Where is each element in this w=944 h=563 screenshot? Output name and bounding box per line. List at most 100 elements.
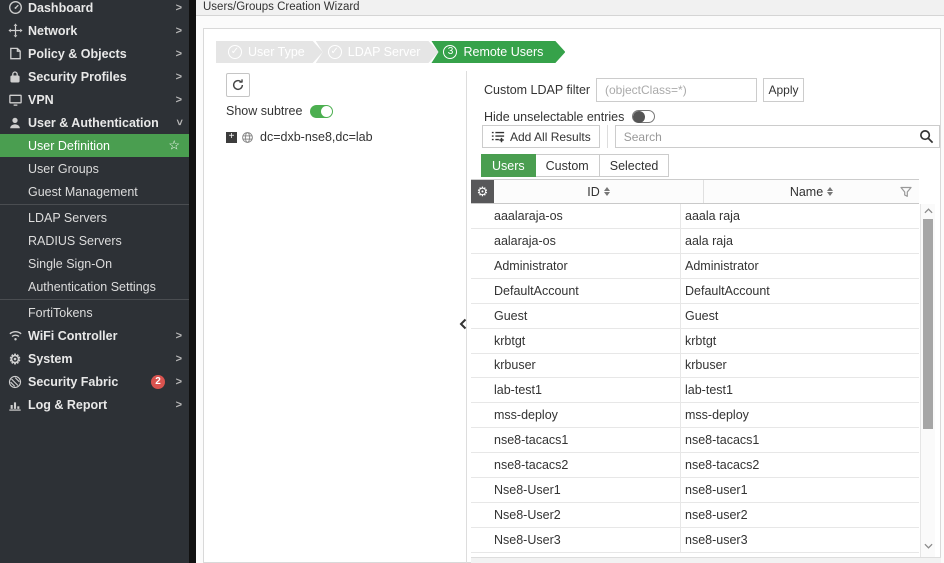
sidebar-divider	[0, 299, 189, 300]
sort-icon	[827, 187, 834, 196]
sidebar-item-single-sign-on[interactable]: Single Sign-On	[0, 252, 189, 275]
add-all-results-label: Add All Results	[510, 129, 591, 144]
chevron-down-icon	[924, 543, 933, 549]
horizontal-scrollbar[interactable]	[471, 557, 941, 563]
column-header-id-label: ID	[587, 184, 600, 199]
table-row[interactable]: aaalaraja-os aaala raja	[471, 204, 919, 229]
table-row[interactable]: krbuser krbuser	[471, 353, 919, 379]
table-row[interactable]: krbtgt krbtgt	[471, 328, 919, 354]
refresh-icon	[232, 79, 244, 91]
show-subtree-label: Show subtree	[226, 104, 303, 118]
sidebar-item-dashboard[interactable]: Dashboard >	[0, 0, 189, 19]
column-header-name[interactable]: Name	[704, 180, 919, 203]
chevron-right-icon: >	[175, 47, 182, 60]
alert-count-badge: 2	[151, 374, 165, 389]
sidebar-item-label: Dashboard	[28, 0, 94, 15]
hide-unselectable-toggle[interactable]	[632, 110, 656, 123]
table-row[interactable]: nse8-tacacs2 nse8-tacacs2	[471, 453, 919, 479]
sidebar-item-vpn[interactable]: VPN >	[0, 88, 189, 111]
apply-button[interactable]: Apply	[763, 78, 804, 102]
search-box	[614, 125, 940, 148]
table-row[interactable]: Nse8-User1 nse8-user1	[471, 478, 919, 504]
chevron-right-icon: >	[175, 375, 182, 388]
sidebar-item-security-profiles[interactable]: Security Profiles >	[0, 65, 189, 88]
collapse-panel-handle[interactable]	[459, 317, 469, 331]
chevron-right-icon: >	[175, 1, 182, 14]
scroll-down-arrow[interactable]	[921, 540, 936, 552]
cell-id: nse8-tacacs1	[471, 428, 681, 453]
search-icon[interactable]	[919, 129, 934, 144]
sidebar-item-ldap-servers[interactable]: LDAP Servers	[0, 206, 189, 229]
wizard-step-remote-users[interactable]: 3 Remote Users	[431, 41, 565, 63]
wizard-step-ldap-server[interactable]: ✓ LDAP Server	[316, 41, 439, 63]
table-row[interactable]: Administrator Administrator	[471, 253, 919, 279]
check-icon: ✓	[228, 45, 242, 59]
add-all-results-button[interactable]: Add All Results	[482, 125, 600, 148]
sidebar-item-label: VPN	[28, 92, 54, 107]
vertical-scrollbar[interactable]	[920, 204, 935, 557]
tab-custom[interactable]: Custom	[535, 154, 600, 177]
sidebar-item-user-groups[interactable]: User Groups	[0, 157, 189, 180]
refresh-button[interactable]	[226, 73, 250, 97]
column-settings-button[interactable]: ⚙	[471, 180, 494, 203]
tab-selected[interactable]: Selected	[599, 154, 670, 177]
sidebar-item-wifi-controller[interactable]: WiFi Controller >	[0, 324, 189, 347]
gauge-icon	[7, 0, 23, 16]
sidebar-item-security-fabric[interactable]: Security Fabric 2 >	[0, 370, 189, 393]
table-row[interactable]: aalaraja-os aala raja	[471, 228, 919, 254]
sidebar-item-label: Single Sign-On	[28, 256, 113, 271]
cell-id: lab-test1	[471, 378, 681, 403]
sidebar-item-label: RADIUS Servers	[28, 233, 122, 248]
gear-icon: ⚙	[8, 350, 22, 367]
search-input[interactable]	[614, 125, 940, 148]
show-subtree-toggle[interactable]	[310, 104, 334, 118]
sidebar-item-guest-management[interactable]: Guest Management	[0, 180, 189, 203]
chevron-right-icon: >	[175, 352, 182, 365]
table-row[interactable]: nse8-tacacs1 nse8-tacacs1	[471, 428, 919, 454]
table-row[interactable]: DefaultAccount DefaultAccount	[471, 278, 919, 304]
cell-name: Guest	[685, 308, 719, 323]
scrollbar-thumb[interactable]	[923, 219, 933, 429]
cell-id: Guest	[471, 303, 681, 328]
cell-name: aala raja	[685, 233, 733, 248]
tab-users[interactable]: Users	[481, 154, 536, 177]
sidebar-item-label: User & Authentication	[28, 115, 159, 130]
sidebar-item-fortitokens[interactable]: FortiTokens	[0, 301, 189, 324]
sidebar-item-authentication-settings[interactable]: Authentication Settings	[0, 275, 189, 298]
sidebar-item-label: System	[28, 351, 73, 366]
scroll-up-arrow[interactable]	[921, 205, 936, 217]
cell-id: mss-deploy	[471, 403, 681, 428]
ldap-tree-root[interactable]: + dc=dxb-nse8,dc=lab	[226, 129, 373, 145]
expand-plus-icon[interactable]: +	[226, 131, 237, 143]
table-row[interactable]: lab-test1 lab-test1	[471, 378, 919, 404]
wizard-step-user-type[interactable]: ✓ User Type	[216, 41, 323, 63]
table-row[interactable]: Nse8-User3 nse8-user3	[471, 527, 919, 553]
chevron-up-icon	[924, 208, 933, 214]
filter-funnel-icon[interactable]	[900, 186, 912, 198]
lock-icon	[7, 69, 23, 85]
cell-name: DefaultAccount	[685, 283, 770, 298]
star-icon[interactable]: ☆	[168, 137, 180, 153]
sidebar-item-log-report[interactable]: Log & Report >	[0, 393, 189, 416]
fabric-icon	[7, 374, 23, 390]
column-header-id[interactable]: ID	[494, 180, 704, 203]
cell-name: nse8-tacacs2	[685, 458, 760, 473]
cell-id: Nse8-User3	[471, 527, 681, 552]
cell-id: Nse8-User2	[471, 503, 681, 527]
sidebar-item-label: Network	[28, 23, 78, 38]
cell-name: mss-deploy	[685, 408, 749, 423]
sidebar-item-network[interactable]: Network >	[0, 19, 189, 42]
sidebar-item-radius-servers[interactable]: RADIUS Servers	[0, 229, 189, 252]
cell-id: aaalaraja-os	[471, 204, 681, 228]
table-row[interactable]: Nse8-User2 nse8-user2	[471, 503, 919, 528]
sidebar-item-user-authentication[interactable]: User & Authentication >	[0, 111, 189, 134]
custom-filter-input[interactable]	[596, 78, 757, 102]
table-row[interactable]: mss-deploy mss-deploy	[471, 403, 919, 429]
sidebar-item-label: Guest Management	[28, 184, 138, 199]
sidebar-item-user-definition[interactable]: User Definition ☆	[0, 134, 189, 157]
sidebar-item-system[interactable]: ⚙ System >	[0, 347, 189, 370]
sidebar-item-policy-objects[interactable]: Policy & Objects >	[0, 42, 189, 65]
sidebar-item-label: Log & Report	[28, 397, 108, 412]
table-row[interactable]: Guest Guest	[471, 303, 919, 329]
sidebar-divider	[0, 204, 189, 205]
